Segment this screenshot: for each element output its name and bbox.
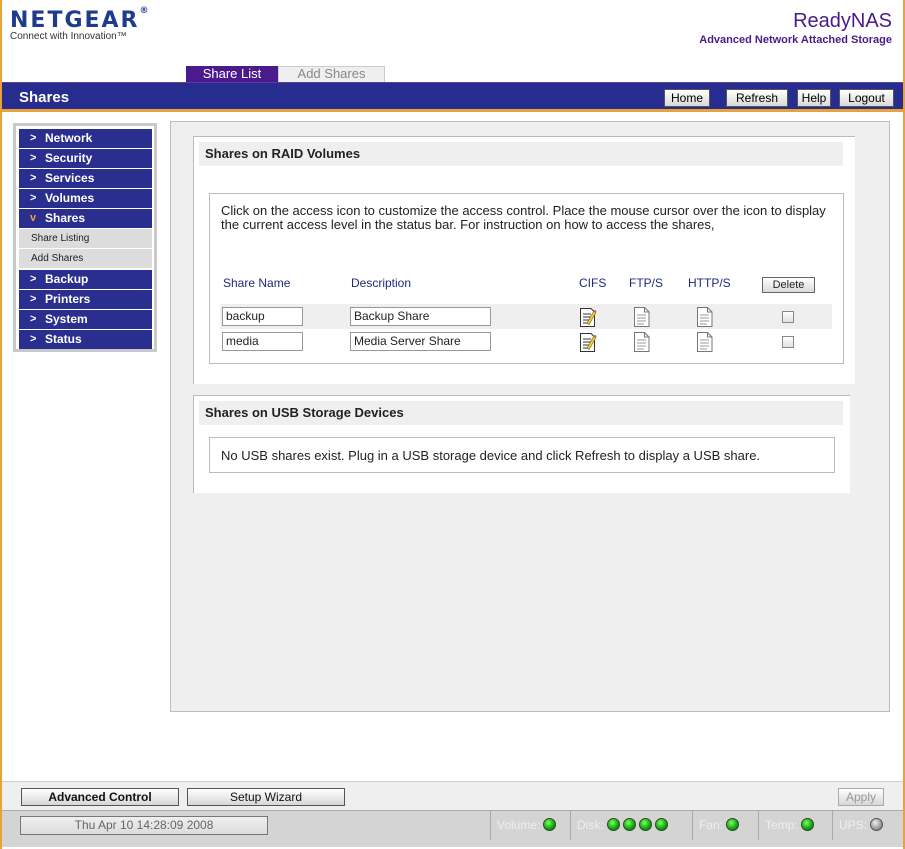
section-heading: Shares on USB Storage Devices	[199, 401, 843, 425]
disk-led-icon	[638, 818, 652, 832]
date-time-display: Thu Apr 10 14:28:09 2008	[20, 816, 268, 835]
sidebar-item-shares[interactable]: v Shares	[19, 209, 152, 228]
action-bar: Advanced Control Setup Wizard Apply	[2, 781, 903, 810]
disk-led-icon	[622, 818, 636, 832]
help-button[interactable]: Help	[797, 89, 831, 107]
share-description-field[interactable]: Backup Share	[350, 307, 491, 326]
title-bar: Shares Home Refresh Help Logout	[2, 82, 903, 112]
document-icon[interactable]	[633, 331, 651, 353]
document-icon[interactable]	[696, 331, 714, 353]
chevron-right-icon: >	[30, 313, 37, 325]
usb-empty-message: No USB shares exist. Plug in a USB stora…	[221, 448, 761, 463]
sidebar-item-printers[interactable]: > Printers	[19, 290, 152, 309]
sidebar-item-services[interactable]: > Services	[19, 169, 152, 188]
setup-wizard-button[interactable]: Setup Wizard	[187, 788, 345, 806]
product-name: ReadyNAS	[793, 10, 892, 32]
ups-led-icon	[870, 818, 884, 832]
volume-led-icon	[543, 818, 557, 832]
logout-button[interactable]: Logout	[839, 89, 894, 107]
tab-bar: Share List Add Shares	[186, 66, 385, 82]
chevron-right-icon: >	[30, 273, 37, 285]
chevron-right-icon: >	[30, 132, 37, 144]
tab-share-list[interactable]: Share List	[186, 66, 278, 82]
fan-status[interactable]: Fan:	[692, 811, 758, 840]
column-header-share-name: Share Name	[223, 276, 291, 290]
section-heading: Shares on RAID Volumes	[199, 142, 843, 166]
product-title: ReadyNAS Advanced Network Attached Stora…	[699, 10, 892, 46]
product-subtitle: Advanced Network Attached Storage	[699, 34, 892, 46]
chevron-down-icon: v	[30, 212, 37, 224]
home-button[interactable]: Home	[664, 89, 710, 107]
disk-led-icon	[654, 818, 668, 832]
delete-button[interactable]: Delete	[762, 277, 815, 293]
sidebar-item-system[interactable]: > System	[19, 310, 152, 329]
main-panel: Shares on RAID Volumes Click on the acce…	[170, 121, 890, 712]
fan-led-icon	[726, 818, 740, 832]
usb-shares-section: Shares on USB Storage Devices No USB sha…	[193, 395, 850, 493]
access-instructions: Click on the access icon to customize th…	[221, 203, 826, 232]
share-row: media Media Server Share	[220, 329, 832, 354]
chevron-right-icon: >	[30, 333, 37, 345]
status-bar: Thu Apr 10 14:28:09 2008 Volume: Disk: F…	[2, 810, 903, 847]
ups-status[interactable]: UPS:	[832, 811, 901, 840]
column-header-ftp: FTP/S	[629, 276, 664, 290]
share-name-field[interactable]: media	[222, 332, 303, 351]
usb-shares-box: No USB shares exist. Plug in a USB stora…	[209, 437, 835, 473]
share-row: backup Backup Share	[220, 304, 832, 329]
sidebar-item-backup[interactable]: > Backup	[19, 270, 152, 289]
sidebar-subitem-add-shares[interactable]: Add Shares	[19, 249, 152, 268]
share-name-field[interactable]: backup	[222, 307, 303, 326]
chevron-right-icon: >	[30, 152, 37, 164]
column-header-http: HTTP/S	[688, 276, 731, 290]
delete-checkbox[interactable]	[782, 311, 794, 323]
sidebar-item-network[interactable]: > Network	[19, 129, 152, 148]
netgear-logo: NETGEAR® Connect with Innovation™	[10, 6, 149, 42]
column-header-description: Description	[351, 276, 412, 290]
brand-wordmark: NETGEAR®	[10, 6, 149, 33]
chevron-right-icon: >	[30, 172, 37, 184]
temp-led-icon	[800, 818, 814, 832]
refresh-button[interactable]: Refresh	[726, 89, 788, 107]
chevron-right-icon: >	[30, 293, 37, 305]
document-icon[interactable]	[633, 306, 651, 328]
delete-checkbox[interactable]	[782, 336, 794, 348]
sidebar-item-volumes[interactable]: > Volumes	[19, 189, 152, 208]
advanced-control-button[interactable]: Advanced Control	[21, 788, 179, 806]
document-edit-icon[interactable]	[579, 331, 597, 353]
sidebar-item-status[interactable]: > Status	[19, 330, 152, 349]
sidebar-subitem-share-listing[interactable]: Share Listing	[19, 229, 152, 248]
raid-shares-box: Click on the access icon to customize th…	[209, 193, 844, 364]
sidebar-item-security[interactable]: > Security	[19, 149, 152, 168]
tab-add-shares[interactable]: Add Shares	[278, 66, 385, 82]
temp-status[interactable]: Temp:	[758, 811, 832, 840]
raid-shares-section: Shares on RAID Volumes Click on the acce…	[193, 136, 855, 384]
document-icon[interactable]	[696, 306, 714, 328]
page-title: Shares	[19, 89, 70, 106]
share-description-field[interactable]: Media Server Share	[350, 332, 491, 351]
document-edit-icon[interactable]	[579, 306, 597, 328]
disk-status[interactable]: Disk:	[570, 811, 690, 840]
sidebar-nav: > Network > Security > Services > Volumes vS…	[13, 123, 157, 352]
disk-led-icon	[606, 818, 620, 832]
column-header-cifs: CIFS	[579, 276, 607, 290]
chevron-right-icon: >	[30, 192, 37, 204]
apply-button[interactable]: Apply	[838, 788, 884, 806]
volume-status[interactable]: Volume:	[490, 811, 570, 840]
